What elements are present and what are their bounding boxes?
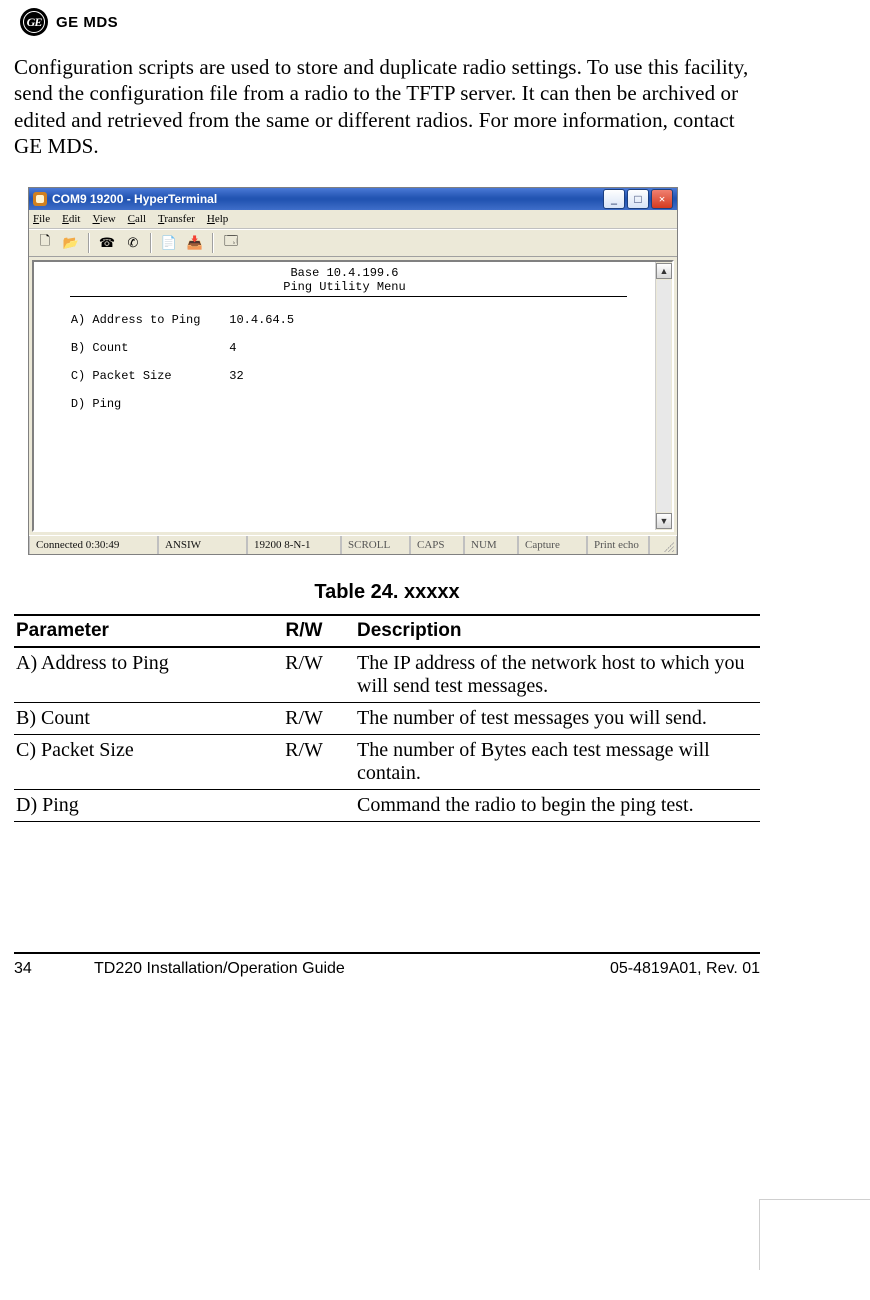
new-file-icon[interactable]: 🗋 bbox=[33, 231, 57, 255]
send-icon[interactable]: 📄 bbox=[157, 231, 181, 255]
cell-desc: The IP address of the network host to wh… bbox=[355, 647, 760, 703]
scroll-down-icon[interactable]: ▼ bbox=[656, 513, 672, 529]
col-desc: Description bbox=[355, 615, 760, 647]
toolbar-sep-3 bbox=[212, 233, 214, 253]
terminal-output[interactable]: Base 10.4.199.6Ping Utility Menu A) Addr… bbox=[34, 262, 655, 530]
status-emulation: ANSIW bbox=[158, 536, 247, 554]
cell-param: C) Packet Size bbox=[14, 735, 257, 790]
window-title: COM9 19200 - HyperTerminal bbox=[52, 192, 603, 206]
hyperterminal-window: COM9 19200 - HyperTerminal _ □ × File Ed… bbox=[28, 187, 678, 555]
table-header-row: Parameter R/W Description bbox=[14, 615, 760, 647]
table-row: B) Count R/W The number of test messages… bbox=[14, 703, 760, 735]
cell-param: A) Address to Ping bbox=[14, 647, 257, 703]
scroll-up-icon[interactable]: ▲ bbox=[656, 263, 672, 279]
maximize-button[interactable]: □ bbox=[627, 189, 649, 209]
terminal-row-d: D) Ping bbox=[42, 397, 647, 411]
toolbar-sep-1 bbox=[88, 233, 90, 253]
connect-icon[interactable]: ☎ bbox=[95, 231, 119, 255]
table-row: C) Packet Size R/W The number of Bytes e… bbox=[14, 735, 760, 790]
terminal-header-2: Ping Utility Menu bbox=[42, 280, 647, 294]
ge-monogram-text: GE bbox=[27, 16, 42, 28]
minimize-button[interactable]: _ bbox=[603, 189, 625, 209]
close-button[interactable]: × bbox=[651, 189, 673, 209]
menu-transfer[interactable]: Transfer bbox=[158, 213, 195, 225]
table-caption: Table 24. xxxxx bbox=[14, 581, 760, 604]
status-connected: Connected 0:30:49 bbox=[29, 536, 158, 554]
app-icon bbox=[33, 192, 47, 206]
open-file-icon[interactable]: 📂 bbox=[59, 231, 83, 255]
status-capture: Capture bbox=[518, 536, 587, 554]
terminal-row-a: A) Address to Ping 10.4.64.5 bbox=[42, 313, 647, 327]
cell-rw bbox=[257, 790, 355, 822]
terminal-header-1: Base 10.4.199.6 bbox=[42, 266, 647, 280]
brand-logo: GE GE MDS bbox=[20, 8, 760, 36]
window-buttons: _ □ × bbox=[603, 189, 673, 209]
cell-desc: The number of test messages you will sen… bbox=[355, 703, 760, 735]
toolbar: 🗋 📂 ☎ ✆ 📄 📥 🗔 bbox=[29, 229, 677, 257]
col-parameter: Parameter bbox=[14, 615, 257, 647]
cell-rw: R/W bbox=[257, 703, 355, 735]
page-corner-mark bbox=[759, 1199, 870, 1270]
vertical-scrollbar[interactable]: ▲ ▼ bbox=[655, 262, 672, 530]
footer-revision: 05-4819A01, Rev. 01 bbox=[610, 960, 760, 978]
scroll-track[interactable] bbox=[657, 280, 671, 512]
footer-page-number: 34 bbox=[14, 960, 54, 978]
resize-grip-icon[interactable] bbox=[649, 536, 677, 554]
window-titlebar[interactable]: COM9 19200 - HyperTerminal _ □ × bbox=[29, 188, 677, 210]
cell-rw: R/W bbox=[257, 647, 355, 703]
menu-edit[interactable]: Edit bbox=[62, 213, 80, 225]
receive-icon[interactable]: 📥 bbox=[183, 231, 207, 255]
status-scroll: SCROLL bbox=[341, 536, 410, 554]
terminal-row-c: C) Packet Size 32 bbox=[42, 369, 647, 383]
status-printecho: Print echo bbox=[587, 536, 649, 554]
cell-desc: Command the radio to begin the ping test… bbox=[355, 790, 760, 822]
footer-rule bbox=[14, 952, 760, 954]
ge-monogram-icon: GE bbox=[20, 8, 48, 36]
cell-rw: R/W bbox=[257, 735, 355, 790]
table-row: A) Address to Ping R/W The IP address of… bbox=[14, 647, 760, 703]
terminal-row-b: B) Count 4 bbox=[42, 341, 647, 355]
status-bar: Connected 0:30:49 ANSIW 19200 8-N-1 SCRO… bbox=[29, 535, 677, 554]
menu-file[interactable]: File bbox=[33, 213, 50, 225]
toolbar-sep-2 bbox=[150, 233, 152, 253]
properties-icon[interactable]: 🗔 bbox=[219, 231, 243, 255]
document-page: GE GE MDS Configuration scripts are used… bbox=[0, 0, 870, 1300]
menu-view[interactable]: View bbox=[92, 213, 115, 225]
intro-paragraph: Configuration scripts are used to store … bbox=[14, 54, 760, 159]
cell-desc: The number of Bytes each test message wi… bbox=[355, 735, 760, 790]
table-row: D) Ping Command the radio to begin the p… bbox=[14, 790, 760, 822]
brand-text: GE MDS bbox=[56, 14, 118, 31]
cell-param: D) Ping bbox=[14, 790, 257, 822]
col-rw: R/W bbox=[257, 615, 355, 647]
footer-title: TD220 Installation/Operation Guide bbox=[54, 960, 610, 978]
disconnect-icon[interactable]: ✆ bbox=[121, 231, 145, 255]
status-port: 19200 8-N-1 bbox=[247, 536, 341, 554]
cell-param: B) Count bbox=[14, 703, 257, 735]
menu-bar: File Edit View Call Transfer Help bbox=[29, 210, 677, 229]
status-caps: CAPS bbox=[410, 536, 464, 554]
menu-help[interactable]: Help bbox=[207, 213, 228, 225]
parameters-table: Parameter R/W Description A) Address to … bbox=[14, 614, 760, 822]
terminal-frame: Base 10.4.199.6Ping Utility Menu A) Addr… bbox=[32, 260, 674, 532]
page-footer: 34 TD220 Installation/Operation Guide 05… bbox=[14, 960, 760, 978]
terminal-client-area: Base 10.4.199.6Ping Utility Menu A) Addr… bbox=[29, 257, 677, 535]
terminal-rule bbox=[70, 296, 627, 297]
status-num: NUM bbox=[464, 536, 518, 554]
menu-call[interactable]: Call bbox=[128, 213, 146, 225]
